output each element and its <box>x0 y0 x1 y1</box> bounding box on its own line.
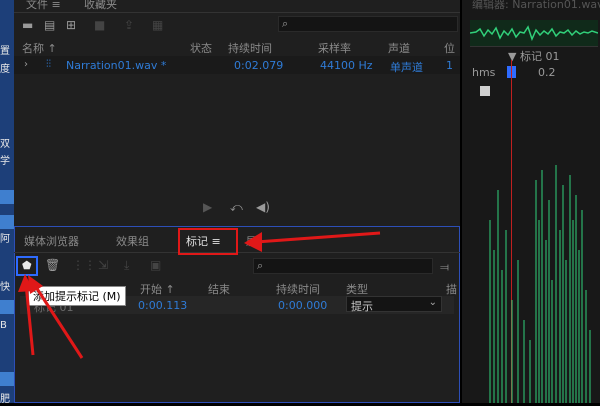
arrow-line <box>24 283 35 356</box>
arrow-line <box>255 231 381 244</box>
annotation-arrows <box>18 231 381 359</box>
arrow-head <box>28 275 43 294</box>
arrow-head <box>244 232 262 252</box>
arrow-line <box>32 283 84 359</box>
